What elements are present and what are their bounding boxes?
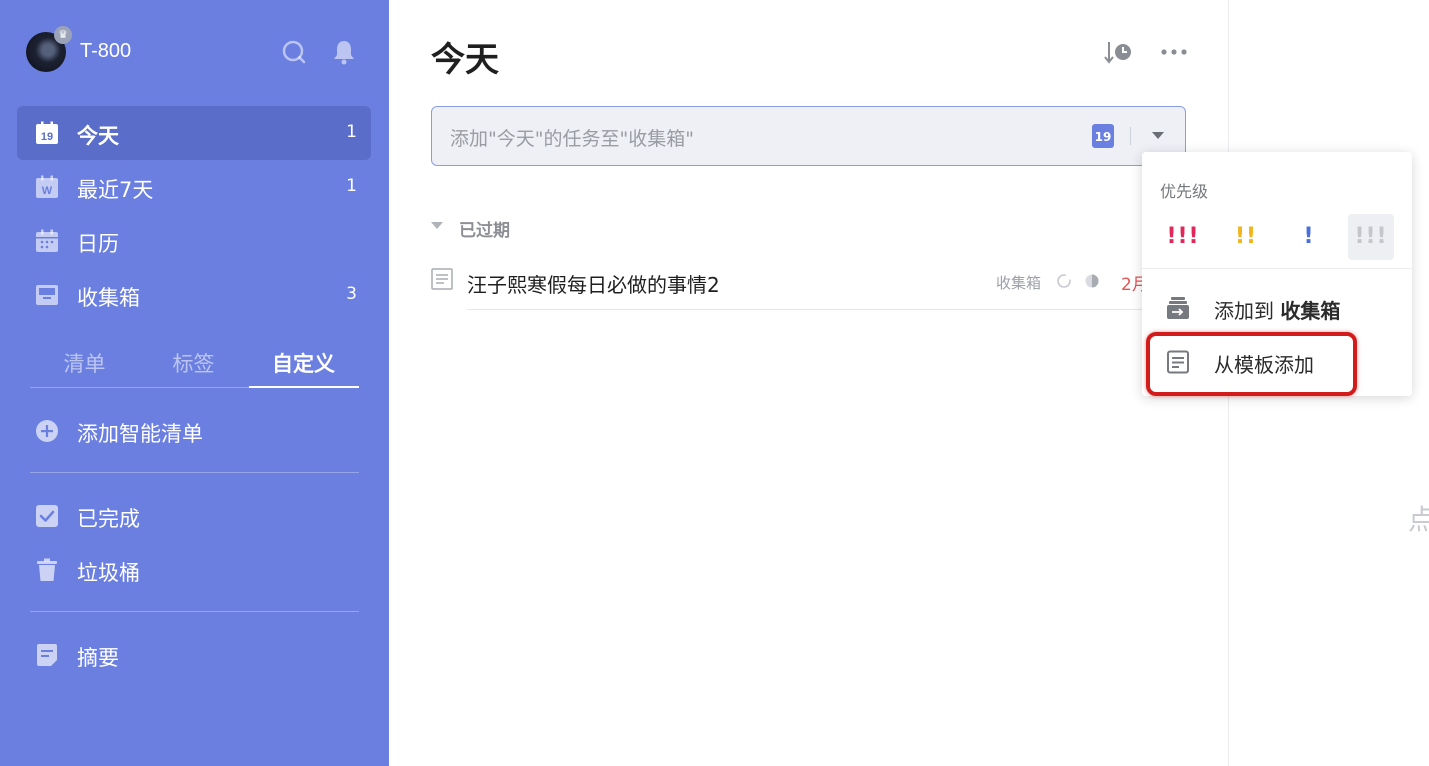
sidebar-item-trash[interactable]: 垃圾桶 bbox=[17, 543, 371, 597]
add-task-input[interactable]: 添加"今天"的任务至"收集箱" 19 bbox=[431, 106, 1186, 166]
sidebar-item-count: 1 bbox=[346, 122, 357, 142]
repeat-icon bbox=[1057, 274, 1071, 288]
detail-placeholder-text: 点 bbox=[1408, 503, 1429, 536]
sidebar-item-inbox[interactable]: 收集箱 3 bbox=[17, 268, 371, 322]
calendar-icon bbox=[35, 229, 59, 253]
divider bbox=[1142, 268, 1412, 269]
sidebar-item-label: 已完成 bbox=[77, 507, 140, 531]
priority-label: 优先级 bbox=[1160, 182, 1209, 201]
priority-low-button[interactable]: ! bbox=[1286, 214, 1332, 260]
crown-icon: ♛ bbox=[54, 26, 72, 44]
tab-lists[interactable]: 清单 bbox=[30, 348, 139, 378]
annotation-highlight-box bbox=[1146, 332, 1357, 396]
sidebar-item-next-7-days[interactable]: W 最近7天 1 bbox=[17, 160, 371, 214]
add-task-placeholder: 添加"今天"的任务至"收集箱" bbox=[450, 128, 694, 150]
tab-tags[interactable]: 标签 bbox=[139, 348, 248, 378]
inbox-move-icon bbox=[1167, 297, 1189, 319]
row-divider bbox=[467, 309, 1186, 310]
priority-medium-button[interactable]: !! bbox=[1223, 214, 1269, 260]
add-circle-icon bbox=[35, 419, 59, 443]
calendar-week-icon: W bbox=[35, 175, 59, 199]
bell-icon[interactable] bbox=[330, 38, 358, 66]
summary-icon bbox=[35, 643, 59, 667]
sidebar-item-count: 1 bbox=[346, 176, 357, 196]
sidebar-item-label: 今天 bbox=[77, 124, 119, 148]
sidebar-item-label: 垃圾桶 bbox=[77, 561, 140, 585]
priority-none-button[interactable]: !!! bbox=[1348, 214, 1394, 260]
sidebar-item-summary[interactable]: 摘要 bbox=[17, 628, 371, 682]
sidebar-item-label: 收集箱 bbox=[77, 286, 140, 310]
divider bbox=[30, 472, 359, 473]
progress-icon bbox=[1085, 274, 1099, 288]
checkbox-checked-icon bbox=[35, 504, 59, 528]
active-tab-indicator bbox=[249, 386, 359, 388]
section-label: 已过期 bbox=[459, 221, 510, 241]
note-icon[interactable] bbox=[431, 268, 453, 290]
search-icon[interactable] bbox=[280, 38, 308, 66]
task-row[interactable]: 汪子熙寒假每日必做的事情2 收集箱 2月 bbox=[431, 260, 1186, 310]
user-profile[interactable]: ♛ T-800 bbox=[24, 26, 364, 74]
input-separator bbox=[1130, 127, 1131, 145]
page-title: 今天 bbox=[431, 40, 499, 80]
username[interactable]: T-800 bbox=[80, 40, 131, 63]
add-to-inbox-item[interactable]: 添加到 收集箱 bbox=[1142, 282, 1412, 334]
svg-text:W: W bbox=[42, 185, 53, 197]
sidebar-item-completed[interactable]: 已完成 bbox=[17, 489, 371, 543]
sidebar-item-label: 日历 bbox=[77, 232, 119, 256]
svg-text:19: 19 bbox=[41, 131, 53, 143]
sort-by-time-icon[interactable] bbox=[1104, 38, 1134, 68]
sidebar-item-calendar[interactable]: 日历 bbox=[17, 214, 371, 268]
tab-custom[interactable]: 自定义 bbox=[249, 348, 358, 378]
divider bbox=[30, 611, 359, 612]
more-options-icon[interactable] bbox=[1159, 38, 1189, 68]
sidebar-item-label: 摘要 bbox=[77, 646, 119, 670]
add-smart-list-label: 添加智能清单 bbox=[77, 422, 203, 446]
chevron-down-icon[interactable] bbox=[1152, 132, 1164, 139]
calendar-day-icon: 19 bbox=[35, 121, 59, 145]
priority-high-button[interactable]: !!! bbox=[1160, 214, 1206, 260]
task-list-name: 收集箱 bbox=[996, 274, 1042, 292]
list-tabs: 清单 标签 自定义 bbox=[30, 340, 359, 388]
sidebar-item-count: 3 bbox=[346, 284, 357, 304]
add-smart-list-button[interactable]: 添加智能清单 bbox=[17, 404, 371, 458]
inbox-icon bbox=[35, 283, 59, 307]
collapse-caret-icon[interactable] bbox=[431, 222, 443, 229]
main-panel: 今天 添加"今天"的任务至"收集箱" 19 已过期 汪子熙寒假每日必做的事情2 … bbox=[389, 0, 1229, 766]
trash-icon bbox=[35, 558, 59, 582]
sidebar: ♛ T-800 19 今天 1 W 最近7天 1 日历 收集箱 3 清单 标签 … bbox=[0, 0, 389, 766]
date-picker-icon[interactable]: 19 bbox=[1092, 124, 1114, 148]
task-title[interactable]: 汪子熙寒假每日必做的事情2 bbox=[467, 269, 720, 298]
sidebar-item-today[interactable]: 19 今天 1 bbox=[17, 106, 371, 160]
sidebar-item-label: 最近7天 bbox=[77, 178, 154, 202]
add-to-inbox-label: 添加到 收集箱 bbox=[1214, 299, 1341, 323]
